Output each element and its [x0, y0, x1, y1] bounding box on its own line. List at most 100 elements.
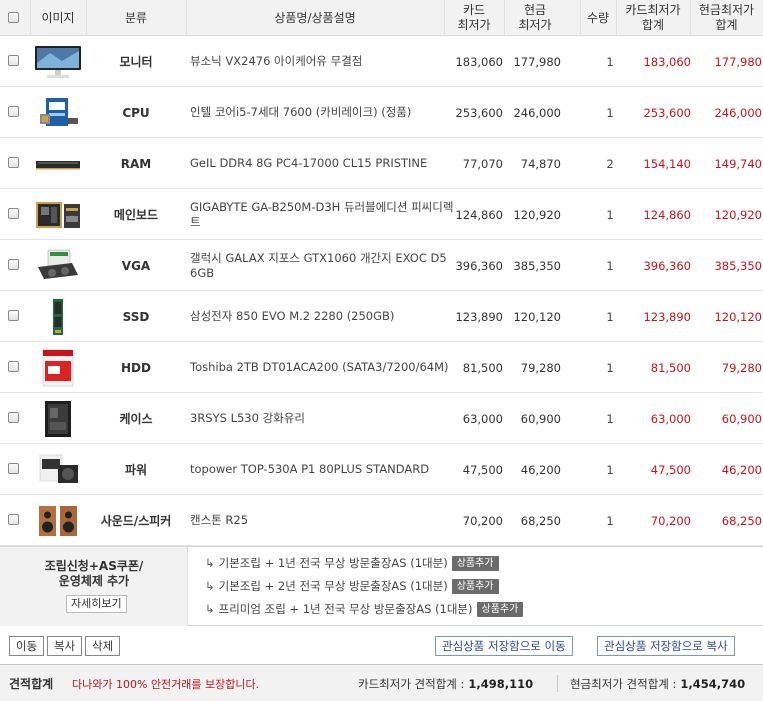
row-product-name[interactable]: GIGABYTE GA-B250M-D3H 듀러블에디션 피씨디렉트 — [190, 189, 458, 240]
header-image: 이미지 — [41, 10, 75, 25]
cash-total: 현금최저가 견적합계 : 1,454,740 — [570, 665, 745, 701]
details-button[interactable]: 자세히보기 — [66, 595, 127, 613]
row-product-name[interactable]: 뷰소닉 VX2476 아이케어유 무결점 — [190, 36, 458, 87]
add-product-button[interactable]: 상품추가 — [451, 555, 499, 571]
row-checkbox[interactable] — [8, 361, 19, 372]
option-label: 기본조립 + 2년 전국 무상 방문출장AS (1대분) — [218, 579, 448, 593]
sub-item-arrow-icon: ↳ — [205, 602, 215, 616]
row-category: VGA — [121, 258, 151, 273]
row-cash-price: 68,250 — [520, 513, 561, 528]
row-quantity[interactable]: 1 — [596, 36, 624, 87]
row-quantity[interactable]: 1 — [596, 444, 624, 495]
row-category: SSD — [122, 309, 150, 324]
product-thumbnail[interactable] — [30, 393, 86, 444]
row-cash-sum: 385,350 — [714, 258, 762, 273]
row-cash-price: 120,120 — [513, 309, 561, 324]
row-card-sum: 70,200 — [650, 513, 691, 528]
row-card-sum: 47,500 — [650, 462, 691, 477]
row-quantity[interactable]: 1 — [596, 291, 624, 342]
table-row: 케이스 3RSYS L530 강화유리 63,000 60,900 1 63,0… — [0, 393, 763, 444]
row-cash-price: 46,200 — [520, 462, 561, 477]
table-row: 메인보드 GIGABYTE GA-B250M-D3H 듀러블에디션 피씨디렉트 … — [0, 189, 763, 240]
save-to-wishlist-copy-button[interactable]: 관심상품 저장함으로 복사 — [597, 636, 735, 656]
product-thumbnail[interactable] — [30, 291, 86, 342]
product-thumbnail[interactable] — [30, 138, 86, 189]
delete-button[interactable]: 삭제 — [85, 636, 121, 656]
row-checkbox[interactable] — [8, 514, 19, 525]
row-card-price: 396,360 — [455, 258, 503, 273]
row-product-name[interactable]: 인텔 코어i5-7세대 7600 (카비레이크) (정품) — [190, 87, 458, 138]
row-cash-sum: 149,740 — [714, 156, 762, 171]
move-button[interactable]: 이동 — [9, 636, 45, 656]
row-checkbox[interactable] — [8, 157, 19, 168]
row-quantity[interactable]: 1 — [596, 393, 624, 444]
copy-button[interactable]: 복사 — [47, 636, 83, 656]
row-checkbox[interactable] — [8, 412, 19, 423]
table-row: SSD 삼성전자 850 EVO M.2 2280 (250GB) 123,89… — [0, 291, 763, 342]
row-category: CPU — [122, 105, 150, 120]
product-thumbnail[interactable] — [30, 240, 86, 291]
card-total-value: 1,498,110 — [468, 676, 534, 691]
product-thumbnail[interactable] — [30, 36, 86, 87]
header-product: 상품명/상품설명 — [274, 10, 356, 25]
product-thumbnail[interactable] — [30, 495, 86, 546]
table-row: 모니터 뷰소닉 VX2476 아이케어유 무결점 183,060 177,980… — [0, 36, 763, 87]
row-checkbox[interactable] — [8, 55, 19, 66]
product-thumbnail[interactable] — [30, 444, 86, 495]
row-product-name[interactable]: topower TOP-530A P1 80PLUS STANDARD — [190, 444, 458, 495]
product-table: 모니터 뷰소닉 VX2476 아이케어유 무결점 183,060 177,980… — [0, 36, 763, 546]
row-card-sum: 81,500 — [650, 360, 691, 375]
cash-total-label: 현금최저가 견적합계 : — [570, 676, 677, 691]
row-quantity[interactable]: 1 — [596, 240, 624, 291]
row-product-name[interactable]: 삼성전자 850 EVO M.2 2280 (250GB) — [190, 291, 458, 342]
row-card-sum: 183,060 — [643, 54, 691, 69]
row-category: RAM — [120, 156, 152, 171]
table-row: VGA 갤럭시 GALAX 지포스 GTX1060 개간지 EXOC D5 6G… — [0, 240, 763, 291]
add-product-button[interactable]: 상품추가 — [451, 578, 499, 594]
row-cash-price: 177,980 — [513, 54, 561, 69]
row-checkbox[interactable] — [8, 463, 19, 474]
row-checkbox[interactable] — [8, 259, 19, 270]
row-checkbox[interactable] — [8, 310, 19, 321]
row-card-price: 124,860 — [455, 207, 503, 222]
product-thumbnail[interactable] — [30, 87, 86, 138]
row-cash-price: 60,900 — [520, 411, 561, 426]
monitor-icon — [35, 45, 81, 78]
row-product-name[interactable]: 갤럭시 GALAX 지포스 GTX1060 개간지 EXOC D5 6GB — [190, 240, 458, 291]
row-cash-sum: 177,980 — [714, 54, 762, 69]
row-quantity[interactable]: 1 — [596, 342, 624, 393]
row-product-name[interactable]: 캔스톤 R25 — [190, 495, 458, 546]
row-cash-sum: 120,120 — [714, 309, 762, 324]
safe-trade-notice: 다나와가 100% 안전거래를 보장합니다. — [72, 677, 260, 691]
row-quantity[interactable]: 1 — [596, 189, 624, 240]
row-checkbox[interactable] — [8, 208, 19, 219]
header-cash-sum: 현금최저가 합계 — [698, 3, 755, 32]
row-cash-price: 246,000 — [513, 105, 561, 120]
select-all-checkbox[interactable] — [8, 12, 19, 23]
product-thumbnail[interactable] — [30, 342, 86, 393]
row-product-name[interactable]: GeIL DDR4 8G PC4-17000 CL15 PRISTINE — [190, 138, 458, 189]
row-category: 파워 — [124, 463, 148, 477]
row-product-name[interactable]: Toshiba 2TB DT01ACA200 (SATA3/7200/64M) — [190, 342, 458, 393]
row-quantity[interactable]: 1 — [596, 87, 624, 138]
card-total: 카드최저가 견적합계 : 1,498,110 — [358, 665, 533, 701]
product-thumbnail[interactable] — [30, 189, 86, 240]
row-card-price: 47,500 — [462, 462, 503, 477]
sub-item-arrow-icon: ↳ — [205, 579, 215, 593]
save-to-wishlist-move-button[interactable]: 관심상품 저장함으로 이동 — [435, 636, 573, 656]
card-total-label: 카드최저가 견적합계 : — [358, 676, 465, 691]
row-cash-sum: 246,000 — [714, 105, 762, 120]
row-card-sum: 154,140 — [643, 156, 691, 171]
ram-stick-icon — [36, 160, 80, 169]
table-row: CPU 인텔 코어i5-7세대 7600 (카비레이크) (정품) 253,60… — [0, 87, 763, 138]
row-card-price: 70,200 — [462, 513, 503, 528]
totals-title: 견적합계 — [9, 677, 54, 691]
row-checkbox[interactable] — [8, 106, 19, 117]
row-product-name[interactable]: 3RSYS L530 강화유리 — [190, 393, 458, 444]
row-quantity[interactable]: 1 — [596, 495, 624, 546]
row-quantity[interactable]: 2 — [596, 138, 624, 189]
header-card-sum: 카드최저가 합계 — [625, 3, 681, 32]
assembly-options-header: 조립신청+AS쿠폰/ 운영체제 추가 자세히보기 — [0, 547, 188, 626]
add-product-button[interactable]: 상품추가 — [476, 601, 524, 617]
row-category: 모니터 — [119, 55, 153, 69]
